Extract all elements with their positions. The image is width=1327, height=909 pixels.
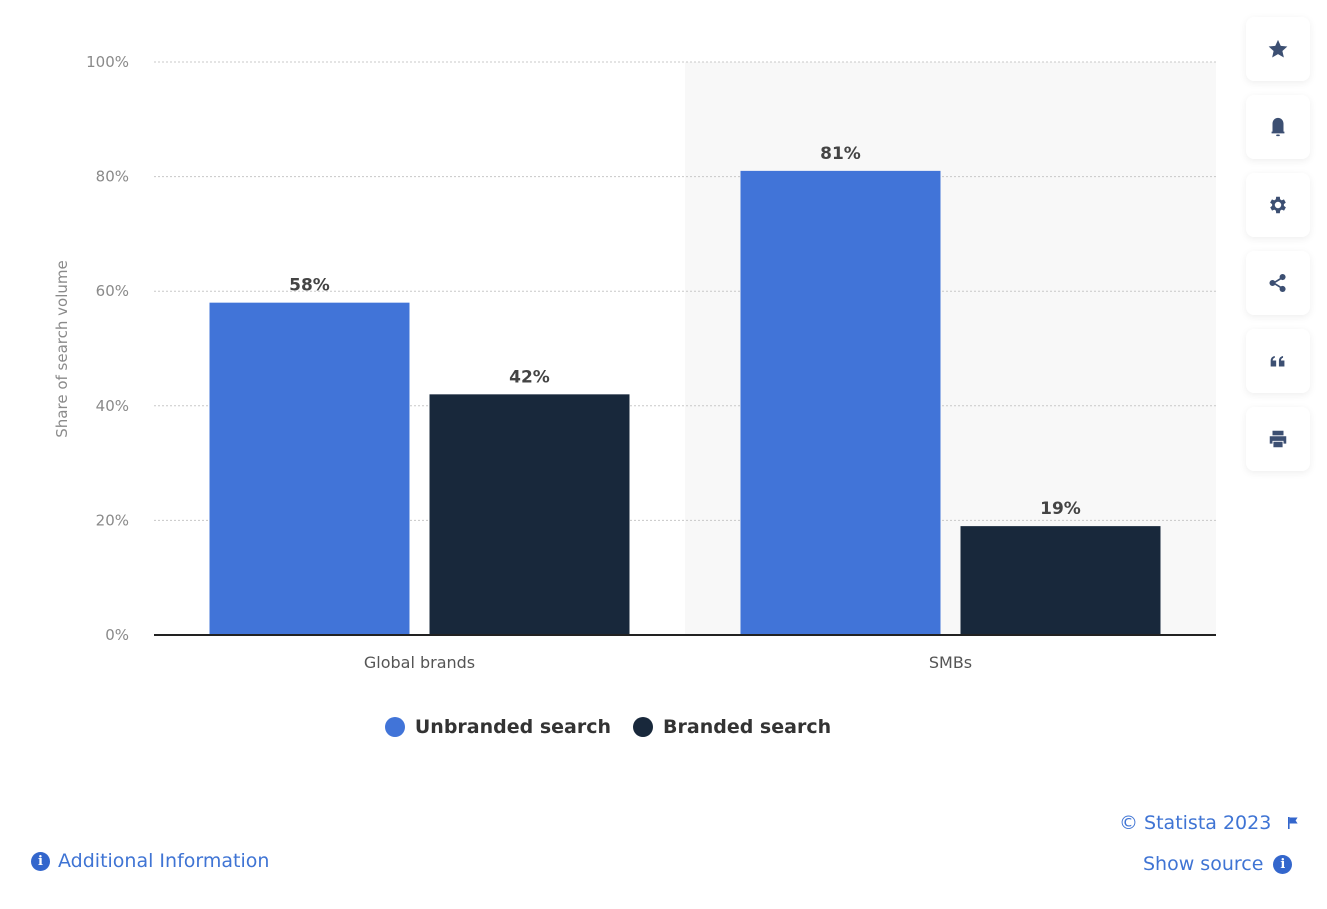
data-label: 42% bbox=[509, 367, 550, 387]
printer-icon bbox=[1269, 430, 1287, 448]
y-axis-ticks: 0% 20% 40% 60% 80% 100% bbox=[86, 53, 129, 644]
favorite-button[interactable] bbox=[1246, 17, 1310, 81]
x-axis-categories: Global brands SMBs bbox=[364, 653, 972, 672]
bar[interactable] bbox=[209, 302, 410, 635]
show-source-link[interactable]: Show source i bbox=[1143, 853, 1293, 875]
bar[interactable] bbox=[429, 394, 630, 635]
quote-icon bbox=[1270, 355, 1285, 367]
bar[interactable] bbox=[740, 170, 941, 635]
settings-button[interactable] bbox=[1246, 173, 1310, 237]
info-icon: i bbox=[1273, 854, 1293, 874]
y-tick-label: 40% bbox=[96, 397, 129, 415]
legend-item-branded[interactable]: Branded search bbox=[633, 716, 831, 738]
info-icon: i bbox=[31, 851, 50, 871]
y-tick-label: 80% bbox=[96, 168, 129, 186]
legend-label: Unbranded search bbox=[414, 716, 612, 738]
y-tick-label: 20% bbox=[96, 511, 129, 529]
data-label: 58% bbox=[289, 276, 330, 296]
additional-information-label: Additional Information bbox=[58, 850, 270, 872]
y-tick-label: 100% bbox=[86, 53, 129, 71]
data-label: 19% bbox=[1040, 499, 1081, 519]
additional-information-link[interactable]: i Additional Information bbox=[31, 850, 269, 872]
legend-dot-branded bbox=[633, 717, 654, 737]
copyright-label: © Statista 2023 bbox=[1119, 812, 1272, 834]
x-tick-label: SMBs bbox=[929, 653, 972, 672]
cite-button[interactable] bbox=[1246, 329, 1310, 393]
star-icon bbox=[1268, 39, 1288, 58]
bell-icon bbox=[1271, 117, 1285, 137]
y-axis-label: Share of search volume bbox=[53, 260, 71, 437]
bar[interactable] bbox=[960, 526, 1161, 635]
legend-label: Branded search bbox=[663, 716, 832, 738]
gear-icon bbox=[1270, 196, 1286, 214]
legend: Unbranded search Branded search bbox=[0, 716, 1216, 738]
chart-toolbar bbox=[1246, 17, 1310, 471]
show-source-label: Show source bbox=[1143, 853, 1264, 875]
x-tick-label: Global brands bbox=[364, 653, 475, 672]
statista-copyright-link[interactable]: © Statista 2023 bbox=[1119, 812, 1301, 834]
legend-item-unbranded[interactable]: Unbranded search bbox=[384, 716, 612, 738]
print-button[interactable] bbox=[1246, 407, 1310, 471]
flag-icon bbox=[1288, 817, 1298, 829]
share-button[interactable] bbox=[1246, 251, 1310, 315]
y-tick-label: 60% bbox=[96, 282, 129, 300]
bar-chart: 0% 20% 40% 60% 80% 100% Share of search volum… bbox=[53, 53, 1216, 672]
legend-dot-unbranded bbox=[384, 717, 405, 737]
data-label: 81% bbox=[820, 144, 861, 164]
y-tick-label: 0% bbox=[105, 626, 129, 644]
share-icon bbox=[1269, 274, 1286, 292]
notification-button[interactable] bbox=[1246, 95, 1310, 159]
